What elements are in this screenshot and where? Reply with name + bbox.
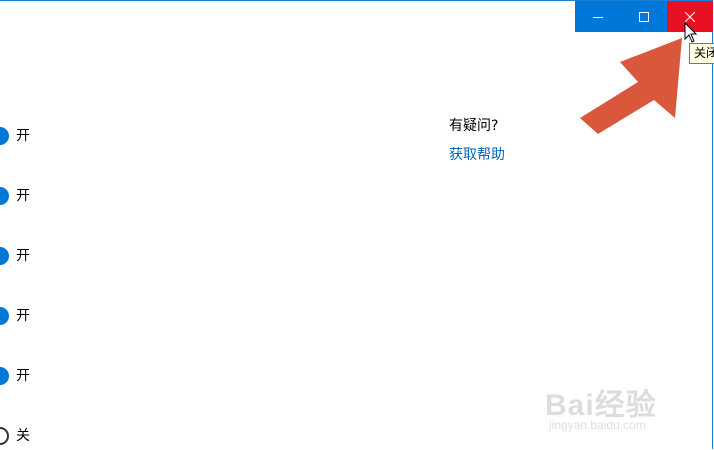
annotation-arrow-icon [580, 38, 682, 134]
help-heading: 有疑问? [449, 118, 499, 134]
maximize-button[interactable] [621, 1, 667, 32]
get-help-link[interactable]: 获取帮助 [449, 145, 505, 165]
toggle-label: 开 [16, 308, 30, 324]
baidu-watermark-logo: Bai经验 jingyan.baidu.com [545, 372, 710, 438]
maximize-icon [639, 11, 649, 22]
minimize-icon [593, 12, 603, 22]
mouse-cursor-icon [684, 22, 698, 43]
toggle-label: 开 [16, 188, 30, 204]
toggle-label: 开 [16, 368, 30, 384]
close-tooltip: 关闭 [689, 43, 714, 64]
close-icon [685, 11, 695, 22]
toggle-label: 开 [16, 128, 30, 144]
toggle-label: 关 [16, 428, 30, 444]
watermark-url: jingyan.baidu.com [549, 418, 646, 432]
minimize-button[interactable] [575, 1, 621, 32]
toggle-label: 开 [16, 248, 30, 264]
